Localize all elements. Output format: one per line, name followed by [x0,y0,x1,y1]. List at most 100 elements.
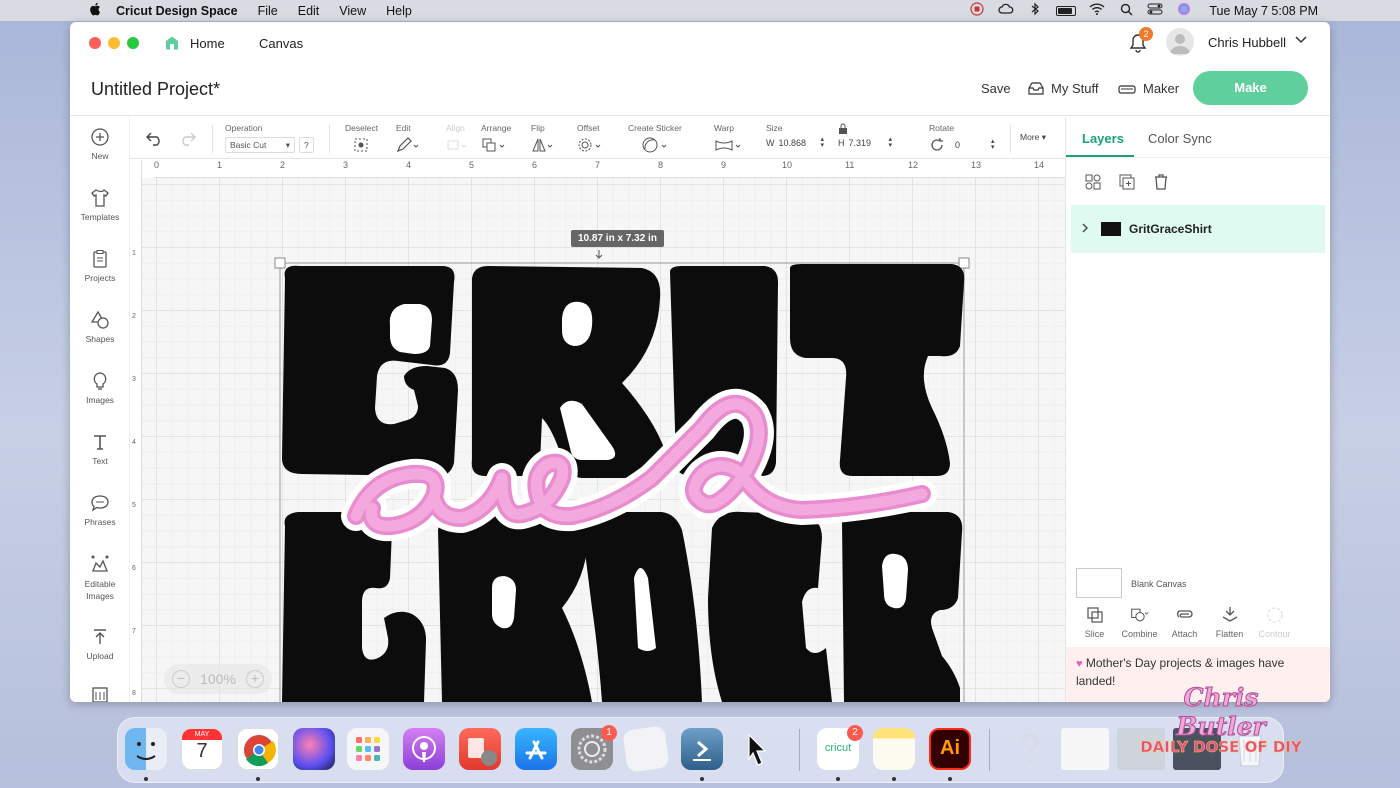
zoom-in-button[interactable]: + [246,670,264,688]
preview-icon[interactable] [622,725,670,773]
offset-icon [578,138,601,152]
user-name[interactable]: Chris Hubbell [1208,35,1286,50]
menubar-clock[interactable]: Tue May 7 5:08 PM [1209,4,1318,18]
launchpad-icon[interactable] [347,728,389,770]
chevron-down-icon[interactable] [1295,34,1307,48]
more-label: More [1020,132,1040,142]
zoom-out-button[interactable]: − [172,670,190,688]
minimize-window-button[interactable] [108,37,120,49]
blank-canvas-swatch[interactable] [1076,568,1122,598]
illustrator-icon[interactable]: Ai [929,728,971,770]
xcode-app-icon[interactable] [681,728,723,770]
design-canvas[interactable]: 10.87 in x 7.32 in − 100% + [142,178,1065,702]
layer-row[interactable]: GritGraceShirt [1071,205,1325,253]
duplicate-icon[interactable] [1118,173,1136,191]
menu-help[interactable]: Help [386,4,412,18]
contour-button[interactable]: Contour [1252,605,1297,639]
apple-menu-icon[interactable] [88,2,102,19]
edit-group[interactable]: Edit [396,123,420,155]
tab-color-sync[interactable]: Color Sync [1148,131,1212,146]
make-button[interactable]: Make [1193,71,1308,105]
save-button[interactable]: Save [981,81,1011,96]
tool-shapes[interactable]: Shapes [70,310,130,344]
menu-view[interactable]: View [339,4,366,18]
home-icon[interactable] [164,35,180,51]
creative-cloud-icon[interactable] [998,3,1014,18]
attach-button[interactable]: Attach [1162,605,1207,639]
undo-icon[interactable] [146,132,164,146]
tool-projects[interactable]: Projects [70,249,130,283]
menu-edit[interactable]: Edit [298,4,320,18]
help-question-icon[interactable] [1009,728,1051,770]
user-avatar[interactable] [1166,28,1194,56]
tab-layers[interactable]: Layers [1082,131,1124,146]
separator [1010,125,1011,153]
menu-file[interactable]: File [258,4,278,18]
close-window-button[interactable] [89,37,101,49]
spotlight-search-icon[interactable] [1118,3,1134,19]
flip-group[interactable]: Flip [531,123,555,155]
calendar-icon[interactable]: MAY 7 [181,728,223,770]
slice-label: Slice [1084,629,1105,639]
tool-editable-images[interactable]: Editable Images [70,554,130,602]
podcasts-icon[interactable] [403,728,445,770]
trash-icon[interactable] [1152,173,1170,191]
zoom-window-button[interactable] [127,37,139,49]
project-title[interactable]: Untitled Project* [91,79,220,100]
tool-phrases[interactable]: Phrases [70,493,130,527]
arrange-group[interactable]: Arrange [481,123,511,155]
rotate-input[interactable]: 0 [955,140,987,150]
app-name[interactable]: Cricut Design Space [116,4,238,18]
photo-booth-icon[interactable] [459,728,501,770]
width-label: W [766,138,775,148]
my-stuff-button[interactable]: My Stuff [1028,81,1098,96]
finder-icon[interactable] [125,728,167,770]
operation-select[interactable]: Basic Cut ▾ [225,137,295,153]
app-store-icon[interactable] [515,728,557,770]
slice-button[interactable]: Slice [1072,605,1117,639]
record-icon[interactable] [969,2,985,19]
warp-group[interactable]: Warp [714,123,742,155]
offset-group[interactable]: Offset [577,123,603,155]
machine-icon [1118,84,1136,94]
redo-icon[interactable] [178,132,196,146]
deselect-group[interactable]: Deselect [345,123,378,155]
combine-button[interactable]: Combine [1117,605,1162,639]
height-stepper[interactable]: ▴ ▾ [889,136,893,149]
align-group[interactable]: Align [446,123,468,155]
panel-actions: Slice Combine Attach Flatten Contour [1072,605,1297,639]
operation-help-button[interactable]: ? [299,137,314,153]
nav-home[interactable]: Home [190,36,225,51]
tool-upload[interactable]: Upload [70,627,130,661]
machine-button[interactable]: Maker [1118,81,1179,96]
expand-chevron-icon[interactable] [1081,222,1089,236]
rotate-stepper[interactable]: ▴ ▾ [991,138,995,151]
lock-icon[interactable] [838,123,848,135]
width-input[interactable]: 10.868 [779,138,817,148]
nav-canvas[interactable]: Canvas [259,36,303,51]
wifi-icon[interactable] [1089,3,1105,18]
siri-app-icon[interactable] [293,728,335,770]
notes-icon[interactable] [873,728,915,770]
tool-new[interactable]: New [70,127,130,161]
tool-text[interactable]: Text [70,432,130,466]
recent-document-thumbnail[interactable] [1061,728,1109,770]
bluetooth-icon[interactable] [1027,2,1043,19]
control-center-icon[interactable] [1147,3,1163,18]
create-sticker-group[interactable]: Create Sticker [628,123,682,155]
width-stepper[interactable]: ▴ ▾ [821,136,825,149]
grit-and-grace-design[interactable] [142,178,1065,702]
layer-name[interactable]: GritGraceShirt [1129,222,1212,236]
tool-monogram[interactable] [70,685,130,702]
ruler-tick: 7 [132,628,136,635]
height-input[interactable]: 7.319 [849,138,885,148]
siri-icon[interactable] [1176,2,1192,19]
flatten-button[interactable]: Flatten [1207,605,1252,639]
tool-templates[interactable]: Templates [70,188,130,222]
battery-icon[interactable] [1056,5,1077,16]
tool-images[interactable]: Images [70,371,130,405]
group-icon[interactable] [1084,173,1102,191]
more-button[interactable]: More ▾ [1020,132,1046,143]
zoom-control: − 100% + [164,664,272,694]
chrome-icon[interactable] [237,728,279,770]
